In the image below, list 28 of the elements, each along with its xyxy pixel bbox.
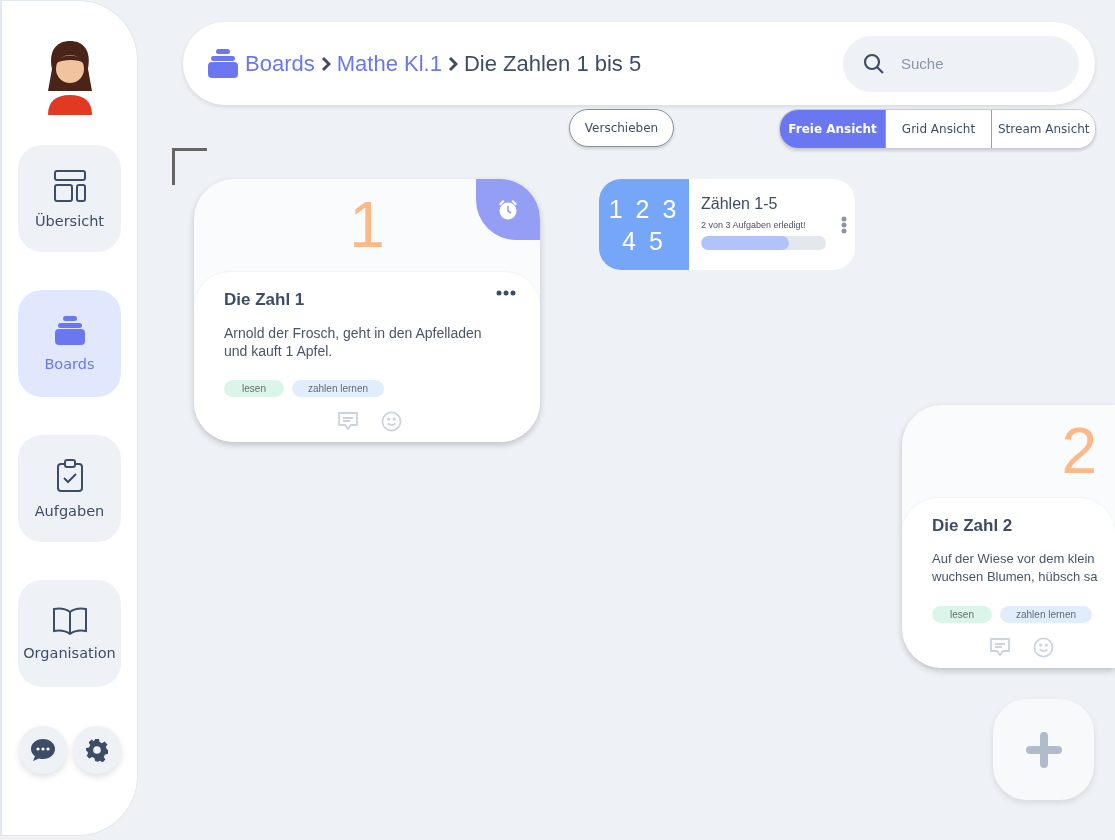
- view-tab[interactable]: Freie Ansicht: [780, 110, 885, 148]
- card-title: Die Zahl 1: [224, 290, 306, 310]
- card-number: 2: [1061, 414, 1097, 489]
- view-tab[interactable]: Grid Ansicht: [885, 110, 991, 148]
- thumbnail-text: 1 2 3: [608, 193, 680, 225]
- task-title: Zählen 1-5: [701, 195, 779, 213]
- view-tab[interactable]: Stream Ansicht: [991, 110, 1095, 148]
- tag: zahlen lernen: [1000, 606, 1092, 623]
- task-card[interactable]: 1 2 3 4 5 Zählen 1-5 2 von 3 Aufgaben erledigt!: [599, 179, 855, 270]
- breadcrumb-link[interactable]: Mathe Kl.1: [336, 50, 442, 77]
- breadcrumb-current: Die Zahlen 1 bis 5: [463, 50, 642, 77]
- nav-item[interactable]: Übersicht: [18, 145, 121, 252]
- tag: lesen: [224, 380, 284, 397]
- tag: lesen: [932, 606, 992, 623]
- thumbnail-text: 4 5: [622, 225, 666, 257]
- card-text: Arnold der Frosch, geht in den Apfelladen und kauft 1 Apfel.: [224, 324, 483, 360]
- note-card[interactable]: 1 Die Zahl 1 Arnold der Frosch, geht in den Apfelladen und kauft 1 Apfel. lesen zahlen lernen: [194, 179, 540, 442]
- search-field[interactable]: Suche: [843, 35, 1079, 92]
- task-status: 2 von 3 Aufgaben erledigt!: [701, 220, 807, 230]
- tag: zahlen lernen: [292, 380, 384, 397]
- nav-item[interactable]: Organisation: [18, 580, 121, 687]
- card-title: Die Zahl 2: [932, 516, 1014, 536]
- nav-item[interactable]: Aufgaben: [18, 435, 121, 542]
- breadcrumb-link[interactable]: Boards: [245, 50, 315, 77]
- move-button[interactable]: Verschieben: [569, 109, 674, 147]
- note-card[interactable]: 2 Die Zahl 2 Auf der Wiese vor dem klein wuchsen Blumen, hübsch sa lesen zahlen lernen: [902, 405, 1115, 668]
- card-text: Auf der Wiese vor dem klein wuchsen Blumen, hübsch sa: [932, 550, 1099, 586]
- card-number: 1: [349, 188, 385, 263]
